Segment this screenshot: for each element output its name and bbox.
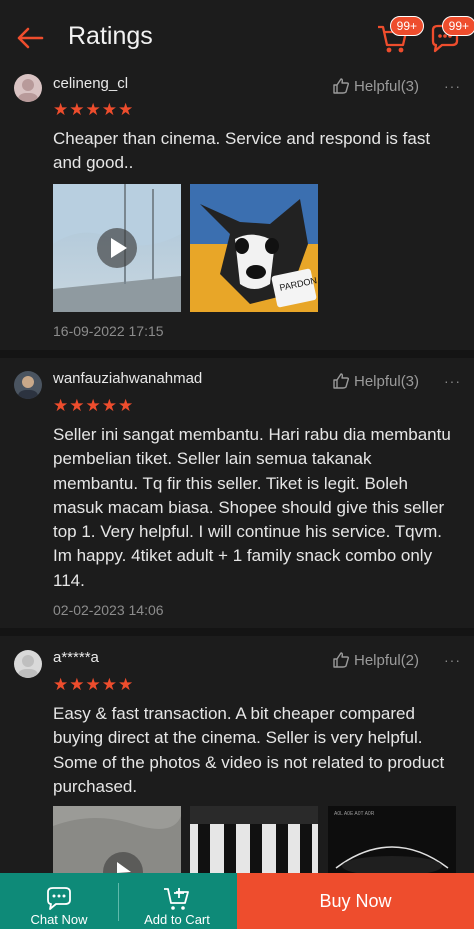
star-icon: ★ xyxy=(53,100,69,119)
cart-button[interactable]: 99+ xyxy=(376,16,424,56)
review-comment: Easy & fast transaction. A bit cheaper c… xyxy=(53,704,445,796)
star-icon: ★ xyxy=(69,396,85,415)
helpful-count: Helpful(3) xyxy=(354,77,420,95)
back-arrow-icon[interactable] xyxy=(14,22,46,54)
helpful-button[interactable]: Helpful(2) xyxy=(332,651,419,669)
star-icon: ★ xyxy=(101,100,117,119)
avatar[interactable] xyxy=(14,650,42,678)
review-date: 16-09-2022 17:15 xyxy=(53,323,164,339)
more-options-icon[interactable]: ··· xyxy=(444,78,461,94)
star-icon: ★ xyxy=(53,396,69,415)
bottom-bar-left: Chat Now Add to Cart xyxy=(0,873,237,929)
thumbs-up-icon xyxy=(333,373,350,389)
star-icon: ★ xyxy=(85,396,101,415)
more-options-icon[interactable]: ··· xyxy=(444,652,461,668)
thumbs-up-icon xyxy=(333,652,350,668)
add-to-cart-button[interactable]: Add to Cart xyxy=(118,873,236,929)
reviewer-username: wanfauziahwanahmad xyxy=(53,370,203,387)
star-icon: ★ xyxy=(101,675,117,694)
star-icon: ★ xyxy=(53,675,69,694)
avatar[interactable] xyxy=(14,74,42,102)
buy-now-button[interactable]: Buy Now xyxy=(237,873,474,929)
chat-now-label: Chat Now xyxy=(30,912,88,927)
more-options-icon[interactable]: ··· xyxy=(444,373,461,389)
chat-count-badge: 99+ xyxy=(441,16,474,36)
star-icon: ★ xyxy=(118,100,134,119)
review-comment: Cheaper than cinema. Service and respond… xyxy=(53,129,431,173)
review-date: 02-02-2023 14:06 xyxy=(53,602,164,618)
review-comment: Seller ini sangat membantu. Hari rabu di… xyxy=(53,425,451,590)
helpful-count: Helpful(3) xyxy=(354,372,420,390)
cart-count-badge: 99+ xyxy=(389,16,424,36)
review-photo-thumbnail[interactable] xyxy=(190,806,318,873)
bottom-action-bar: Chat Now Add to Cart Buy Now xyxy=(0,873,474,929)
star-icon: ★ xyxy=(85,675,101,694)
helpful-count: Helpful(2) xyxy=(354,651,420,669)
add-to-cart-label: Add to Cart xyxy=(144,912,210,927)
review-photo-thumbnail[interactable]: PARDON ME? xyxy=(190,184,318,312)
helpful-button[interactable]: Helpful(3) xyxy=(332,77,419,95)
star-rating: ★ ★ ★ ★ ★ xyxy=(53,397,133,414)
page-title: Ratings xyxy=(68,22,153,50)
divider xyxy=(0,628,474,636)
star-rating: ★ ★ ★ ★ ★ xyxy=(53,676,133,693)
helpful-button[interactable]: Helpful(3) xyxy=(332,372,419,390)
chat-now-button[interactable]: Chat Now xyxy=(0,873,118,929)
star-icon: ★ xyxy=(101,396,117,415)
star-rating: ★ ★ ★ ★ ★ xyxy=(53,101,133,118)
star-icon: ★ xyxy=(85,100,101,119)
avatar[interactable] xyxy=(14,371,42,399)
review-photo-thumbnail[interactable]: A0L A0E A0T A0R xyxy=(328,806,456,873)
review-video-thumbnail[interactable] xyxy=(53,184,181,312)
star-icon: ★ xyxy=(69,675,85,694)
separator xyxy=(118,883,119,921)
thumbs-up-icon xyxy=(333,78,350,94)
review-video-thumbnail[interactable] xyxy=(53,806,181,873)
chat-icon xyxy=(47,887,71,910)
reviewer-username: a*****a xyxy=(53,649,99,666)
reviewer-username: celineng_cl xyxy=(53,75,129,92)
header: Ratings 99+ 99+ xyxy=(0,0,474,72)
star-icon: ★ xyxy=(69,100,85,119)
add-cart-icon xyxy=(164,888,189,910)
photo-caption: A0L A0E A0T A0R xyxy=(334,811,375,817)
star-icon: ★ xyxy=(118,675,134,694)
divider xyxy=(0,350,474,358)
star-icon: ★ xyxy=(118,396,134,415)
chat-button[interactable]: 99+ xyxy=(428,16,474,56)
